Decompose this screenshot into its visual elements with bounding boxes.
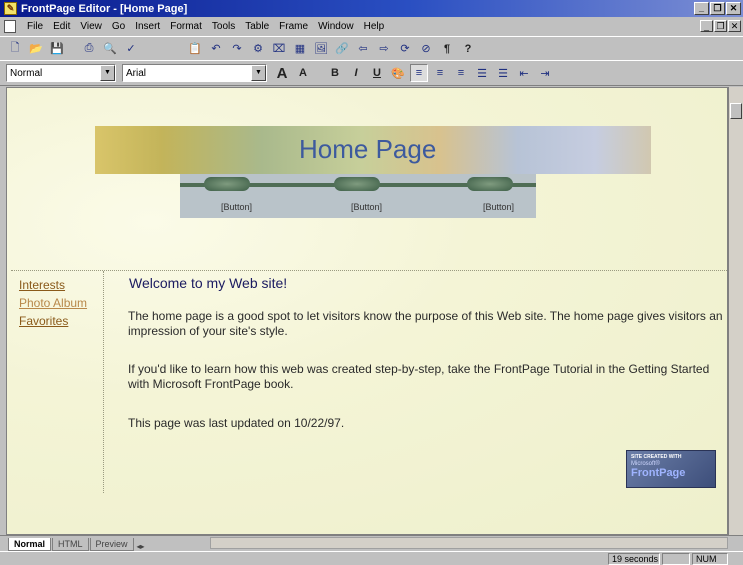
standard-toolbar: 🗋 📂 💾 ⎙ 🔍 ✓ 📋 ↶ ↷ ⚙ ⌧ ▦ 🖼 🔗 ⇦ ⇨ ⟳ ⊘ ¶ ? (0, 36, 743, 60)
tab-normal[interactable]: Normal (8, 538, 52, 551)
underline-icon[interactable]: U (368, 64, 386, 82)
redo-icon[interactable]: ↷ (228, 40, 246, 58)
shared-border-horizontal (11, 270, 727, 271)
scroll-thumb[interactable] (730, 103, 742, 119)
badge-line-1: SITE CREATED WITH (631, 454, 682, 460)
menu-insert[interactable]: Insert (130, 21, 165, 32)
toolbar-separator (315, 64, 323, 82)
menu-frame[interactable]: Frame (274, 21, 313, 32)
chevron-down-icon[interactable]: ▼ (251, 65, 266, 81)
nav-button[interactable]: [Button] (221, 202, 252, 212)
back-arrow-icon[interactable]: ⇦ (354, 40, 372, 58)
numbered-list-icon[interactable]: ☰ (473, 64, 491, 82)
menu-file[interactable]: File (22, 21, 48, 32)
download-time: 19 seconds (608, 553, 660, 565)
frontpage-badge-logo: SITE CREATED WITH Microsoft® FrontPage (626, 450, 716, 488)
italic-icon[interactable]: I (347, 64, 365, 82)
forward-arrow-icon[interactable]: ⇨ (375, 40, 393, 58)
open-icon[interactable]: 📂 (27, 40, 45, 58)
menu-window[interactable]: Window (313, 21, 359, 32)
align-center-icon[interactable]: ≡ (431, 64, 449, 82)
style-select-value: Normal (10, 67, 43, 79)
tab-scroll-arrows-icon[interactable]: ◂▸ (137, 542, 145, 551)
print-preview-icon[interactable]: 🔍 (101, 40, 119, 58)
toolbar-separator (69, 40, 77, 58)
components-icon[interactable]: ⚙ (249, 40, 267, 58)
show-paragraph-marks-icon[interactable]: ¶ (438, 40, 456, 58)
num-lock-indicator: NUM (692, 553, 728, 565)
undo-icon[interactable]: ↶ (207, 40, 225, 58)
insert-image-icon[interactable]: 🖼 (312, 40, 330, 58)
menu-edit[interactable]: Edit (48, 21, 75, 32)
welcome-heading: Welcome to my Web site! (129, 275, 288, 291)
form-field-icon[interactable]: ⌧ (270, 40, 288, 58)
align-right-icon[interactable]: ≡ (452, 64, 470, 82)
minimize-icon[interactable]: _ (694, 2, 709, 15)
vertical-scrollbar[interactable] (728, 87, 743, 535)
maximize-icon[interactable]: ❐ (710, 2, 725, 15)
tutorial-paragraph: If you'd like to learn how this web was … (128, 362, 710, 391)
save-icon[interactable]: 💾 (48, 40, 66, 58)
banner-title: Home Page (299, 134, 437, 164)
status-bar: 19 seconds NUM (0, 551, 743, 565)
doc-restore-icon[interactable]: ❐ (714, 20, 727, 32)
window-title: FrontPage Editor - [Home Page] (21, 2, 188, 15)
help-pointer-icon[interactable]: ? (459, 40, 477, 58)
nav-knob-decoration (467, 177, 513, 191)
sidebar-link-favorites[interactable]: Favorites (19, 314, 68, 328)
menu-format[interactable]: Format (165, 21, 207, 32)
hyperlink-icon[interactable]: 🔗 (333, 40, 351, 58)
font-select-value: Arial (126, 67, 147, 79)
align-left-icon[interactable]: ≡ (410, 64, 428, 82)
nav-knob-decoration (204, 177, 250, 191)
doc-close-icon[interactable]: ✕ (728, 20, 741, 32)
font-select[interactable]: Arial ▼ (122, 64, 267, 82)
nav-button[interactable]: [Button] (483, 202, 514, 212)
bulleted-list-icon[interactable]: ☰ (494, 64, 512, 82)
menu-table[interactable]: Table (240, 21, 274, 32)
menu-view[interactable]: View (75, 21, 107, 32)
menu-bar: File Edit View Go Insert Format Tools Ta… (0, 17, 743, 36)
increase-indent-icon[interactable]: ⇥ (536, 64, 554, 82)
shared-border-vertical (103, 271, 104, 493)
refresh-icon[interactable]: ⟳ (396, 40, 414, 58)
tab-preview[interactable]: Preview (89, 538, 134, 551)
spelling-icon[interactable]: ✓ (122, 40, 140, 58)
sidebar-link-photo-album[interactable]: Photo Album (19, 296, 87, 310)
insert-table-icon[interactable]: ▦ (291, 40, 309, 58)
chevron-down-icon[interactable]: ▼ (100, 65, 115, 81)
intro-paragraph: The home page is a good spot to let visi… (128, 309, 723, 338)
text-color-icon[interactable]: 🎨 (389, 64, 407, 82)
nav-button[interactable]: [Button] (351, 202, 382, 212)
style-select[interactable]: Normal ▼ (6, 64, 116, 82)
document-window-controls: _ ❐ ✕ (700, 20, 741, 32)
sidebar-link-interests[interactable]: Interests (19, 278, 65, 292)
doc-minimize-icon[interactable]: _ (700, 20, 713, 32)
status-empty-cell (662, 553, 690, 565)
badge-line-3: FrontPage (631, 467, 686, 479)
menu-go[interactable]: Go (107, 21, 130, 32)
new-page-icon[interactable]: 🗋 (6, 40, 24, 58)
print-icon[interactable]: ⎙ (80, 40, 98, 58)
decrease-indent-icon[interactable]: ⇤ (515, 64, 533, 82)
tab-html[interactable]: HTML (52, 538, 89, 551)
page-editing-area[interactable]: Home Page [Button] [Button] [Button] Int… (6, 87, 728, 535)
format-toolbar: Normal ▼ Arial ▼ A A B I U 🎨 ≡ ≡ ≡ ☰ ☰ ⇤… (0, 60, 743, 86)
horizontal-scrollbar[interactable] (210, 537, 728, 549)
paste-icon[interactable]: 📋 (186, 40, 204, 58)
frontpage-app-icon[interactable]: ✎ (4, 2, 17, 15)
bold-icon[interactable]: B (326, 64, 344, 82)
title-bar: ✎ FrontPage Editor - [Home Page] _ ❐ ✕ (0, 0, 743, 17)
menu-help[interactable]: Help (359, 21, 390, 32)
toolbar-separator (143, 40, 183, 58)
increase-font-size-icon[interactable]: A (273, 64, 291, 82)
document-icon[interactable] (4, 20, 16, 33)
close-icon[interactable]: ✕ (726, 2, 741, 15)
decrease-font-size-icon[interactable]: A (294, 64, 312, 82)
menu-tools[interactable]: Tools (207, 21, 240, 32)
nav-knob-decoration (334, 177, 380, 191)
window-controls: _ ❐ ✕ (694, 2, 741, 15)
last-updated-text: This page was last updated on 10/22/97. (128, 416, 345, 430)
stop-icon[interactable]: ⊘ (417, 40, 435, 58)
